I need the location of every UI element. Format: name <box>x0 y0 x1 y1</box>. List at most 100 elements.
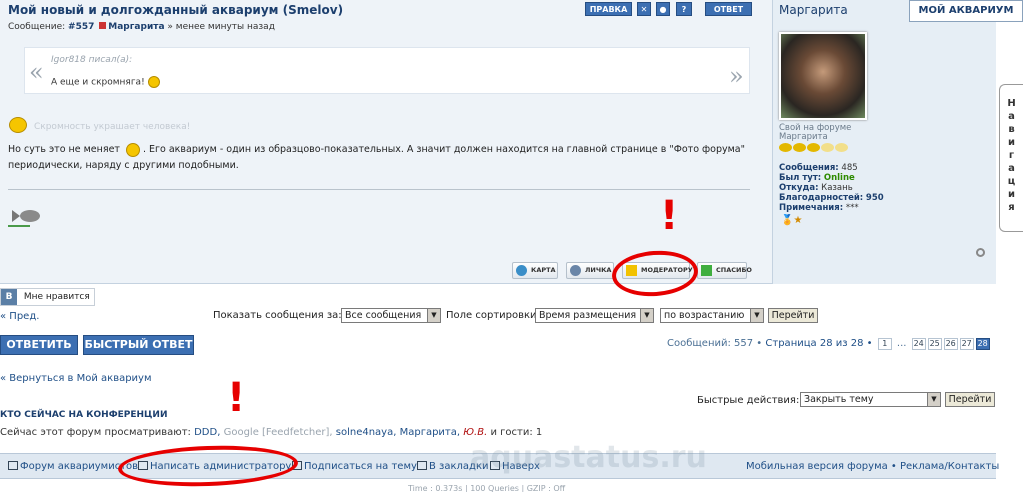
plus-icon <box>701 265 712 276</box>
globe-icon <box>516 265 527 276</box>
sort-order-select[interactable]: по возрастанию ▼ <box>660 308 764 323</box>
map-label: КАРТА <box>531 266 556 274</box>
page-link[interactable]: 24 <box>911 338 926 350</box>
online-user-link[interactable]: DDD, <box>194 427 220 438</box>
online-user-link[interactable]: solne4naya, <box>336 427 397 438</box>
quote-text: А еще и скромняга! <box>51 76 160 88</box>
signature-divider <box>8 189 750 190</box>
avatar[interactable] <box>779 32 867 120</box>
navigation-side-tab[interactable]: Н а в и г а ц и я <box>999 84 1023 232</box>
nav-tab-letter: ц <box>1007 176 1016 187</box>
quick-actions-select[interactable]: Закрыть тему ▼ <box>800 392 941 407</box>
sort-order-value: по возрастанию <box>664 310 745 321</box>
quick-reply-button[interactable]: БЫСТРЫЙ ОТВЕТ <box>83 335 194 355</box>
last-seen-label: Был тут: <box>779 173 822 183</box>
page-link[interactable]: 25 <box>927 338 942 350</box>
post-body: Но суть это не меняет . Его аквариум - о… <box>8 142 758 174</box>
sort-label: Поле сортировки <box>446 310 537 321</box>
nav-tab-letter: а <box>1008 163 1015 174</box>
annotation-exclamation: ! <box>660 193 679 239</box>
subscribe-link[interactable]: Подписаться на тему <box>292 461 417 472</box>
post-title[interactable]: Мой новый и долгожданный аквариум (Smelo… <box>8 3 343 17</box>
online-user-link[interactable]: Маргарита, <box>400 427 460 438</box>
profile-username[interactable]: Маргарита <box>779 3 848 17</box>
notes: Примечания: *** <box>779 203 859 213</box>
footer-right-links[interactable]: Мобильная версия форума • Реклама/Контак… <box>746 461 999 472</box>
site-logo[interactable]: МОЙ АКВАРИУМ <box>909 0 1023 22</box>
quote-close-icon: » <box>729 62 744 90</box>
location-label: Откуда: <box>779 183 819 193</box>
page-link[interactable]: 27 <box>959 338 974 350</box>
back-to-forum-link[interactable]: « Вернуться в Мой аквариум <box>0 373 152 384</box>
nav-tab-letter: я <box>1008 202 1015 213</box>
nav-tab-letter: в <box>1008 124 1015 135</box>
fish-icon <box>8 210 40 227</box>
page-link[interactable]: 26 <box>943 338 958 350</box>
reply-quote-button[interactable]: ОТВЕТ <box>705 2 752 16</box>
post-count-summary: Сообщений: 557 • <box>667 338 763 349</box>
nav-tab-letter: Н <box>1007 98 1016 109</box>
current-page: 28 <box>975 338 990 350</box>
page-link[interactable]: 1 <box>877 338 892 350</box>
chevron-down-icon: ▼ <box>640 309 653 322</box>
body-text-b: . Его аквариум - один из образцово-показ… <box>142 144 745 155</box>
online-prefix: Сейчас этот форум просматривают: <box>0 427 191 438</box>
forum-post: Мой новый и долгожданный аквариум (Smelo… <box>0 0 1023 284</box>
quote-text-content: А еще и скромняга! <box>51 77 145 88</box>
watermark: aquastatus.ru <box>470 440 707 475</box>
prev-link[interactable]: « Пред. <box>0 311 39 322</box>
location: Откуда: Казань <box>779 183 853 193</box>
nav-tab-letter: г <box>1008 150 1015 161</box>
chevron-down-icon: ▼ <box>750 309 763 322</box>
reply-button[interactable]: ОТВЕТИТЬ <box>0 335 78 355</box>
online-users: Сейчас этот форум просматривают: DDD, Go… <box>0 427 542 438</box>
online-bot: Google [Feedfetcher], <box>223 427 333 438</box>
subscribe-label: Подписаться на тему <box>304 461 417 472</box>
award-medal-icons: 🏅★ <box>781 215 803 226</box>
thanks-button[interactable]: СПАСИБО <box>697 262 752 279</box>
user-icon <box>570 265 581 276</box>
bookmark-icon <box>417 461 427 470</box>
posts-label: Сообщения: <box>779 163 839 173</box>
rank-fish-icons <box>779 143 849 155</box>
info-icon[interactable]: ? <box>676 2 692 16</box>
pagination: Сообщений: 557 • Страница 28 из 28 • 1 .… <box>667 338 990 350</box>
map-button[interactable]: КАРТА <box>512 262 558 279</box>
last-seen: Был тут: Online <box>779 173 855 183</box>
show-period-value: Все сообщения <box>345 310 422 321</box>
edit-button[interactable]: ПРАВКА <box>585 2 632 16</box>
page-ellipsis: ... <box>896 338 907 349</box>
online-user-link[interactable]: Ю.В. <box>463 427 487 438</box>
sort-field-select[interactable]: Время размещения ▼ <box>535 308 654 323</box>
post-author-link[interactable]: Маргарита <box>108 22 164 32</box>
cool-smile-icon <box>9 117 27 133</box>
quick-actions-label: Быстрые действия: <box>697 395 800 406</box>
smile-icon <box>125 142 140 157</box>
post-meta: Сообщение: #557 Маргарита » менее минуты… <box>8 22 275 32</box>
home-icon <box>8 461 18 470</box>
post-number-link[interactable]: #557 <box>68 22 94 32</box>
body-text-a: Но суть это не меняет <box>8 144 120 155</box>
posts-count: Сообщения: 485 <box>779 163 858 173</box>
thanks-count: Благодарностей: 950 <box>779 193 884 203</box>
scroll-top-icon[interactable] <box>976 248 985 257</box>
quote-block: « Igor818 писал(а): А еще и скромняга! » <box>24 47 750 94</box>
like-label: Мне нравится <box>23 292 90 302</box>
filter-go-button[interactable]: Перейти <box>768 308 818 323</box>
delete-icon[interactable]: ✕ <box>637 2 651 16</box>
show-period-select[interactable]: Все сообщения ▼ <box>341 308 441 323</box>
location-value: Казань <box>821 183 853 193</box>
pm-button[interactable]: ЛИЧКА <box>566 262 614 279</box>
notes-label: Примечания: <box>779 203 844 213</box>
thanks-count-value: 950 <box>865 193 884 203</box>
vk-like-button[interactable]: В Мне нравится <box>0 288 95 306</box>
chevron-down-icon: ▼ <box>927 393 940 406</box>
smile-icon <box>147 76 160 88</box>
annotation-exclamation: ! <box>227 375 246 421</box>
page-stats: Time : 0.373s | 100 Queries | GZIP : Off <box>408 484 566 492</box>
post-time: » менее минуты назад <box>167 22 275 32</box>
author-profile: Маргарита МОЙ АКВАРИУМ Свой на форуме Ма… <box>772 0 1023 284</box>
quick-actions-go-button[interactable]: Перейти <box>945 392 995 407</box>
report-icon[interactable]: ● <box>656 2 670 16</box>
notes-value: *** <box>845 203 859 213</box>
